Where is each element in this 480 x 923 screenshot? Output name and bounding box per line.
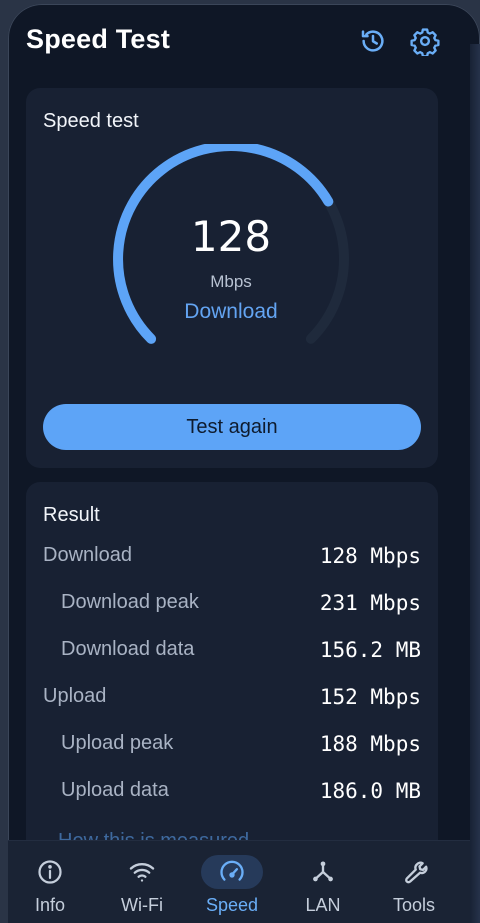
test-again-button[interactable]: Test again <box>43 404 421 450</box>
result-row-upload-peak: Upload peak 188 Mbps <box>43 724 421 764</box>
result-label: Download peak <box>61 591 199 613</box>
result-row-upload-data: Upload data 186.0 MB <box>43 771 421 811</box>
result-value: 188 Mbps <box>319 732 421 756</box>
result-label: Upload peak <box>61 732 174 754</box>
speedometer-icon <box>220 860 244 881</box>
speed-gauge: 128 Mbps Download <box>106 141 356 374</box>
result-label: Download <box>43 544 132 566</box>
nav-label: Info <box>34 895 66 915</box>
result-row-upload: Upload 152 Mbps <box>43 677 421 717</box>
gear-icon[interactable] <box>410 26 440 58</box>
history-icon[interactable] <box>358 26 388 56</box>
result-value: 156.2 MB <box>319 638 421 662</box>
nav-item-info[interactable]: Info <box>8 849 90 919</box>
nav-item-lan[interactable]: LAN <box>279 849 363 919</box>
wifi-icon <box>129 863 155 882</box>
speed-unit: Mbps <box>210 272 252 291</box>
app-bar: Speed Test <box>8 4 480 80</box>
result-label: Upload <box>43 685 107 707</box>
nav-label: Tools <box>392 895 436 915</box>
nav-item-wifi[interactable]: Wi-Fi <box>98 849 182 919</box>
result-label: Upload data <box>61 779 169 801</box>
nav-label: Wi-Fi <box>121 895 163 915</box>
result-value: 152 Mbps <box>319 685 421 709</box>
wrench-icon <box>405 861 428 884</box>
nav-item-speed[interactable]: Speed <box>188 849 272 919</box>
app-window: Speed Test Speed test 128 Mbps Download <box>8 4 480 923</box>
speed-test-card: Speed test 128 Mbps Download Test again <box>26 88 438 468</box>
page-title: Speed Test <box>26 24 171 54</box>
info-icon <box>38 860 62 884</box>
result-title: Result <box>43 504 100 526</box>
result-row-download-peak: Download peak 231 Mbps <box>43 583 421 623</box>
speed-mode-label: Download <box>184 300 278 323</box>
result-label: Download data <box>61 638 195 660</box>
speed-value: 128 <box>190 212 272 261</box>
nav-item-tools[interactable]: Tools <box>370 849 454 919</box>
nav-label: Speed <box>205 895 259 915</box>
result-row-download-data: Download data 156.2 MB <box>43 630 421 670</box>
result-row-download: Download 128 Mbps <box>43 536 421 576</box>
bottom-navigation: Info Wi-Fi Speed LAN Tools <box>8 840 480 923</box>
result-value: 231 Mbps <box>319 591 421 615</box>
result-card: Result Download 128 Mbps Download peak 2… <box>26 482 438 862</box>
speed-card-title: Speed test <box>43 110 139 132</box>
result-value: 186.0 MB <box>319 779 421 803</box>
network-icon <box>313 861 333 882</box>
nav-label: LAN <box>305 895 341 915</box>
result-value: 128 Mbps <box>319 544 421 568</box>
